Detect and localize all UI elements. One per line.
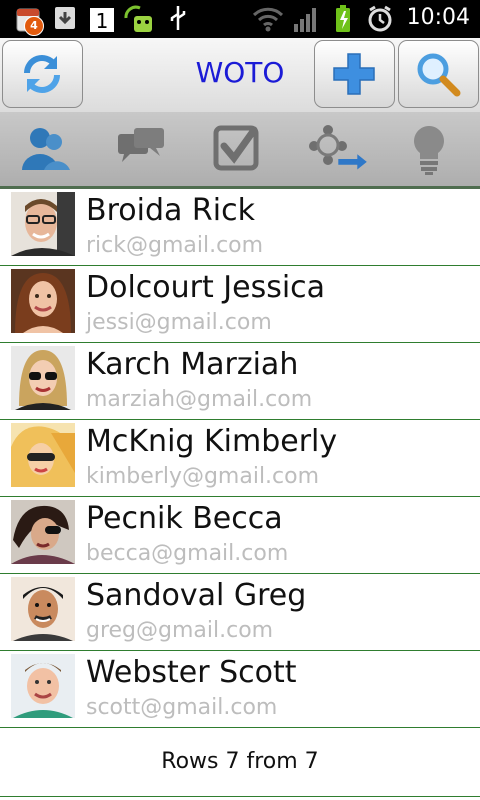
sim-icon: 1 <box>88 4 116 38</box>
tab-tasks[interactable] <box>192 112 288 186</box>
app-header: WOTO <box>0 38 480 113</box>
tab-contacts[interactable] <box>0 112 96 186</box>
contact-name: Dolcourt Jessica <box>86 270 326 305</box>
avatar <box>11 500 75 564</box>
add-button[interactable] <box>314 40 395 108</box>
contact-name: Karch Marziah <box>86 347 299 382</box>
avatar <box>11 346 75 410</box>
contact-row[interactable]: Dolcourt Jessica jessi@gmail.com <box>0 266 480 343</box>
avatar <box>11 269 75 333</box>
contact-row[interactable]: Webster Scott scott@gmail.com <box>0 651 480 728</box>
status-time: 10:04 <box>406 5 470 30</box>
lightbulb-icon <box>414 126 444 175</box>
android-robot-icon <box>122 4 156 38</box>
contact-name: McKnig Kimberly <box>86 424 338 459</box>
contact-row[interactable]: McKnig Kimberly kimberly@gmail.com <box>0 420 480 497</box>
avatar <box>11 577 75 641</box>
tab-ideas[interactable] <box>384 112 480 186</box>
group-arrow-icon <box>309 125 367 170</box>
status-bar: 4 1 10:04 <box>0 0 480 38</box>
download-icon <box>52 4 78 38</box>
notification-count-badge: 4 <box>24 16 44 36</box>
tab-groups[interactable] <box>288 112 384 186</box>
contact-row[interactable]: Sandoval Greg greg@gmail.com <box>0 574 480 651</box>
refresh-button[interactable] <box>2 40 83 108</box>
contact-name: Broida Rick <box>86 193 255 228</box>
contact-email: marziah@gmail.com <box>86 387 313 412</box>
contact-email: kimberly@gmail.com <box>86 464 320 489</box>
tab-bar <box>0 112 480 189</box>
contact-name: Pecnik Becca <box>86 501 283 536</box>
contact-row[interactable]: Broida Rick rick@gmail.com <box>0 189 480 266</box>
chat-bubbles-icon <box>118 128 164 162</box>
contact-name: Webster Scott <box>86 655 297 690</box>
app-title: WOTO <box>195 56 285 89</box>
svg-text:1: 1 <box>96 9 109 33</box>
search-button[interactable] <box>398 40 479 108</box>
row-count-text: Rows 7 from 7 <box>161 749 319 774</box>
alarm-icon <box>366 4 394 38</box>
usb-icon <box>168 4 188 38</box>
avatar <box>11 192 75 256</box>
refresh-icon <box>24 55 60 93</box>
signal-icon <box>292 4 320 38</box>
avatar <box>11 654 75 718</box>
contact-email: jessi@gmail.com <box>86 310 272 335</box>
checkbox-icon <box>213 125 259 171</box>
wifi-icon <box>252 4 284 38</box>
tab-messages[interactable] <box>96 112 192 186</box>
contact-email: becca@gmail.com <box>86 541 289 566</box>
contact-row[interactable]: Karch Marziah marziah@gmail.com <box>0 343 480 420</box>
list-footer: Rows 7 from 7 <box>0 729 480 797</box>
contact-row[interactable]: Pecnik Becca becca@gmail.com <box>0 497 480 574</box>
contacts-icon <box>22 128 70 170</box>
contact-email: rick@gmail.com <box>86 233 264 258</box>
avatar <box>11 423 75 487</box>
add-icon <box>333 53 375 95</box>
contact-email: greg@gmail.com <box>86 618 274 643</box>
search-icon <box>417 53 461 97</box>
contact-list: Broida Rick rick@gmail.com Dolcourt Jess… <box>0 189 480 728</box>
contact-email: scott@gmail.com <box>86 695 278 720</box>
contact-name: Sandoval Greg <box>86 578 307 613</box>
battery-charging-icon <box>334 4 352 38</box>
